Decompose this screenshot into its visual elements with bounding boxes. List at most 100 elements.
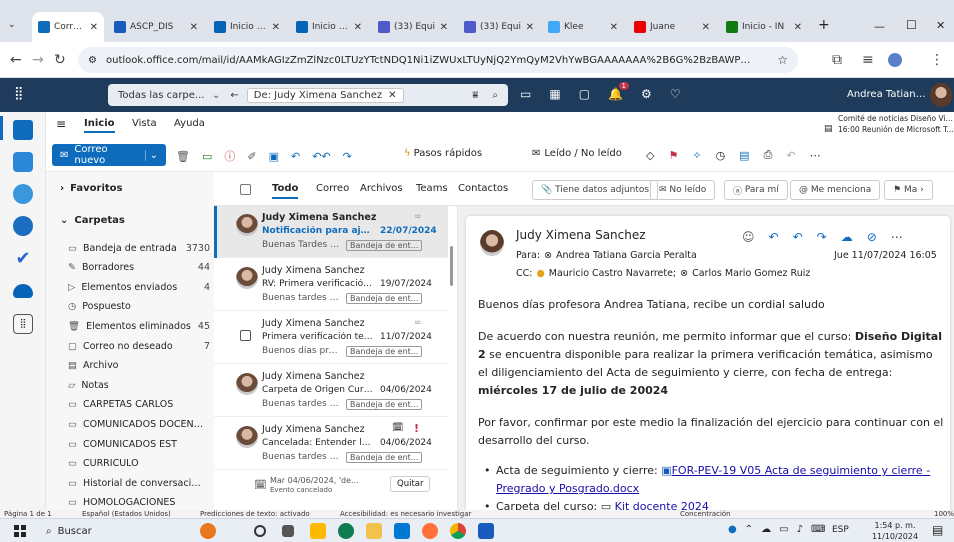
- user-name[interactable]: Andrea Tatiana Ga...: [847, 89, 927, 100]
- predictions-status[interactable]: Predicciones de texto: activado: [200, 510, 310, 518]
- tab-ayuda[interactable]: Ayuda: [174, 118, 205, 129]
- message-row[interactable]: Judy Ximena Sanchez Primera verificación …: [214, 312, 448, 364]
- message-row[interactable]: Judy Ximena Sanchez Notificación para aju…: [214, 206, 448, 258]
- help-icon[interactable]: ●: [728, 524, 737, 535]
- folder-item[interactable]: ▭ Bandeja de entrada 3730: [60, 238, 210, 258]
- message-avatar[interactable]: [236, 426, 258, 448]
- search-scope[interactable]: Todas las carpe...: [118, 90, 208, 101]
- browser-tab[interactable]: Inicio - IN ✕: [720, 12, 808, 42]
- keyboard-icon[interactable]: ⌨: [811, 524, 825, 535]
- has-attachments-button[interactable]: 📎 Tiene datos adjuntos: [532, 180, 659, 200]
- message-avatar[interactable]: [236, 214, 258, 236]
- search-box[interactable]: Todas las carpe... ⌄ ← De: Judy Ximena S…: [108, 84, 508, 106]
- cc-recipient-2[interactable]: Carlos Mario Gomez Ruiz: [692, 268, 810, 279]
- user-avatar[interactable]: [930, 83, 952, 107]
- site-info-icon[interactable]: ⚙: [88, 55, 97, 66]
- message-checkbox[interactable]: [240, 330, 251, 341]
- tab-list-dropdown-icon[interactable]: ⌄: [8, 20, 16, 30]
- read-unread-button[interactable]: ✉ Leído / No leído: [532, 148, 622, 159]
- close-tab-icon[interactable]: ✕: [90, 22, 98, 33]
- word-app-icon[interactable]: [478, 523, 494, 539]
- browser-menu-icon[interactable]: ⋮: [930, 52, 944, 68]
- message-row[interactable]: Judy Ximena Sanchez Cancelada: Entender l…: [214, 418, 448, 470]
- folder-item[interactable]: ▭ CARPETAS CARLOS: [60, 395, 210, 415]
- mentions-button[interactable]: @ Me menciona: [790, 180, 881, 200]
- flag-icon[interactable]: ⚑: [668, 149, 678, 162]
- folder-item[interactable]: ▭ CURRICULO: [60, 454, 210, 474]
- move-icon[interactable]: ▣: [269, 150, 279, 163]
- filter-icon[interactable]: ⩸: [472, 90, 478, 101]
- browser-tab[interactable]: Inicio - O ✕: [290, 12, 368, 42]
- unread-button[interactable]: ✉ No leído: [650, 180, 716, 200]
- sender-avatar[interactable]: [480, 230, 504, 256]
- halloween-widget-icon[interactable]: [200, 523, 216, 539]
- search-filter-chip[interactable]: De: Judy Ximena Sanchez ✕: [246, 87, 404, 103]
- cc-recipient-1[interactable]: Mauricio Castro Navarrete;: [549, 268, 676, 279]
- accessibility-status[interactable]: Accesibilidad: es necesario investigar: [340, 510, 471, 518]
- favorites-header[interactable]: › Favoritos: [60, 178, 210, 198]
- focus-mode[interactable]: Concentración: [680, 510, 731, 518]
- folder-item[interactable]: ▱ Notas: [60, 375, 210, 395]
- network-icon[interactable]: ▭: [779, 524, 788, 535]
- folder-item[interactable]: ▤ Archivo: [60, 356, 210, 376]
- filter-tab-todo[interactable]: Todo: [272, 183, 299, 199]
- more-actions-icon[interactable]: ⋯: [891, 230, 903, 244]
- page-count[interactable]: Página 1 de 1: [4, 510, 52, 518]
- report-icon[interactable]: ⓘ: [224, 148, 235, 164]
- forward-icon[interactable]: →: [32, 52, 44, 68]
- cloud-icon[interactable]: ☁: [761, 524, 771, 535]
- edge-icon[interactable]: [338, 523, 354, 539]
- minimize-button[interactable]: —: [874, 20, 885, 33]
- tab-inicio[interactable]: Inicio: [84, 118, 115, 133]
- close-tab-icon[interactable]: ✕: [440, 22, 448, 33]
- zoom-level[interactable]: 100%: [934, 510, 954, 518]
- chevron-down-icon[interactable]: ⌄: [144, 149, 158, 161]
- to-me-button[interactable]: ⓐ Para mí: [724, 180, 788, 200]
- close-icon[interactable]: ✕: [388, 90, 396, 101]
- filter-tab-correo[interactable]: Correo: [316, 183, 349, 194]
- cortana-icon[interactable]: [254, 525, 266, 537]
- close-tab-icon[interactable]: ✕: [702, 22, 710, 33]
- folder-item[interactable]: ▷ Elementos enviados 4: [60, 277, 210, 297]
- browser-tab[interactable]: Juane ✕: [628, 12, 716, 42]
- meet-now-icon[interactable]: ▭: [520, 87, 531, 101]
- new-tab-button[interactable]: +: [818, 17, 830, 33]
- back-icon[interactable]: ←: [10, 52, 22, 68]
- collapse-nav-icon[interactable]: ≡: [56, 117, 66, 131]
- folder-chip[interactable]: Bandeja de ent...: [346, 452, 423, 463]
- close-tab-icon[interactable]: ✕: [354, 22, 362, 33]
- print-icon[interactable]: ⎙: [764, 148, 773, 162]
- folder-item[interactable]: ◷ Pospuesto: [60, 297, 210, 317]
- sweep-icon[interactable]: ✐: [247, 150, 256, 163]
- folder-item[interactable]: 🗑 Elementos eliminados 45: [60, 316, 210, 336]
- extensions-icon[interactable]: ⧉: [832, 52, 842, 68]
- word-icon[interactable]: ▦: [549, 87, 560, 101]
- firefox-icon[interactable]: [422, 523, 438, 539]
- folder-chip[interactable]: Bandeja de ent...: [346, 293, 423, 304]
- message-avatar[interactable]: [236, 373, 258, 395]
- tray-chevron-icon[interactable]: ⌃: [745, 524, 753, 535]
- back-arrow-icon[interactable]: ←: [230, 90, 238, 101]
- folder-item[interactable]: ▭ Historial de conversaciones: [60, 473, 210, 493]
- folder-chip[interactable]: Bandeja de ent...: [346, 399, 423, 410]
- select-all-checkbox[interactable]: [240, 184, 251, 195]
- teams-share-icon[interactable]: ☁: [841, 230, 853, 244]
- tips-icon[interactable]: ♡: [670, 87, 681, 101]
- browser-tab[interactable]: (33) Equi ✕: [458, 12, 540, 42]
- sender-name[interactable]: Judy Ximena Sanchez: [516, 228, 646, 242]
- calendar-reminder-icon[interactable]: ▤: [824, 124, 833, 134]
- close-tab-icon[interactable]: ✕: [610, 22, 618, 33]
- list-scrollbar[interactable]: [450, 246, 453, 286]
- close-window-button[interactable]: ✕: [936, 19, 945, 32]
- chrome-icon[interactable]: [450, 523, 466, 539]
- todo-icon[interactable]: ✔: [13, 248, 33, 269]
- new-mail-button[interactable]: ✉ Correo nuevo ⌄: [52, 144, 166, 166]
- folder-item[interactable]: ▭ COMUNICADOS EST: [60, 434, 210, 454]
- reminder-time[interactable]: 16:00 Reunión de Microsoft Tea...: [838, 124, 954, 135]
- event-row[interactable]: 🗓 Mar 04/06/2024, 'de... Evento cancelad…: [250, 472, 446, 508]
- archive-icon[interactable]: ▭: [202, 150, 212, 163]
- close-tab-icon[interactable]: ✕: [190, 22, 198, 33]
- start-windows-icon[interactable]: [14, 525, 26, 537]
- filter-tab-archivos[interactable]: Archivos: [360, 183, 403, 194]
- tag-icon[interactable]: ◇: [646, 149, 654, 162]
